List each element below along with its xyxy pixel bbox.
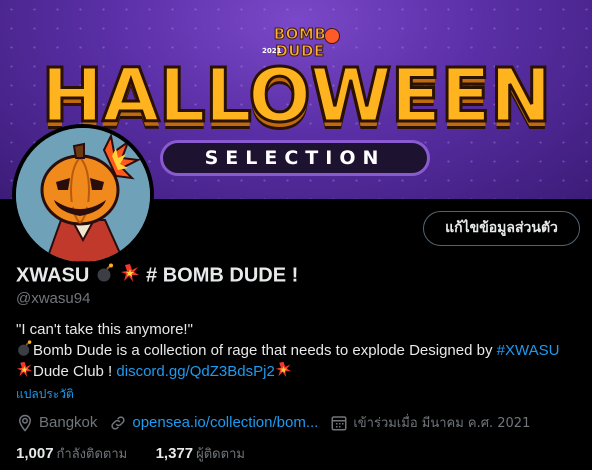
collision-emoji-icon	[120, 263, 140, 289]
following-link[interactable]: 1,007 กำลังติดตาม	[16, 445, 131, 462]
display-name-suffix: # BOMB DUDE !	[146, 264, 299, 287]
logo-bomb-icon	[324, 28, 340, 44]
discord-link[interactable]: discord.gg/QdZ3BdsPj2	[116, 363, 274, 380]
join-date: เข้าร่วมเมื่อ มีนาคม ค.ศ. 2021	[330, 412, 530, 433]
followers-count: 1,377	[155, 445, 194, 462]
bio-line-2-text: Bomb Dude is a collection of rage that n…	[33, 342, 497, 359]
location: Bangkok	[16, 414, 97, 432]
followers-link[interactable]: 1,377 ผู้ติดตาม	[156, 445, 245, 462]
bomb-emoji-icon	[95, 263, 115, 289]
link-icon	[111, 415, 126, 430]
display-name: XWASU # BOMB DUDE !	[16, 263, 298, 289]
avatar[interactable]	[12, 124, 154, 266]
bio: "I can't take this anymore!" Bomb Dude i…	[16, 319, 582, 382]
website-link[interactable]: opensea.io/collection/bom...	[132, 414, 318, 431]
edit-profile-button[interactable]: แก้ไขข้อมูลส่วนตัว	[423, 211, 580, 246]
collision-emoji-icon	[16, 361, 33, 378]
bio-line-3: Dude Club ! discord.gg/QdZ3BdsPj2	[16, 361, 582, 382]
profile-meta: Bangkok opensea.io/collection/bom... เข้…	[16, 412, 542, 433]
following-count: 1,007	[16, 445, 54, 462]
display-name-text: XWASU	[16, 264, 90, 287]
pumpkin-avatar-image	[16, 128, 150, 262]
bio-line-2: Bomb Dude is a collection of rage that n…	[16, 340, 582, 361]
bio-line-3-text: Dude Club !	[33, 363, 117, 380]
website[interactable]: opensea.io/collection/bom...	[109, 414, 318, 432]
follow-stats: 1,007 กำลังติดตาม 1,377 ผู้ติดตาม	[16, 443, 245, 464]
user-handle: @xwasu94	[16, 290, 91, 307]
followers-label: ผู้ติดตาม	[196, 447, 245, 462]
location-text: Bangkok	[39, 414, 98, 431]
bomb-emoji-icon	[18, 340, 32, 356]
collision-emoji-icon	[275, 361, 291, 378]
banner-subheadline: SELECTION	[160, 140, 430, 176]
hashtag-link[interactable]: #XWASU	[497, 342, 560, 359]
location-pin-icon	[18, 414, 32, 432]
calendar-icon	[331, 415, 347, 430]
following-label: กำลังติดตาม	[56, 447, 128, 462]
bio-line-1: "I can't take this anymore!"	[16, 321, 193, 338]
translate-bio-link[interactable]: แปลประวัติ	[16, 385, 74, 404]
join-date-text: เข้าร่วมเมื่อ มีนาคม ค.ศ. 2021	[353, 416, 531, 431]
